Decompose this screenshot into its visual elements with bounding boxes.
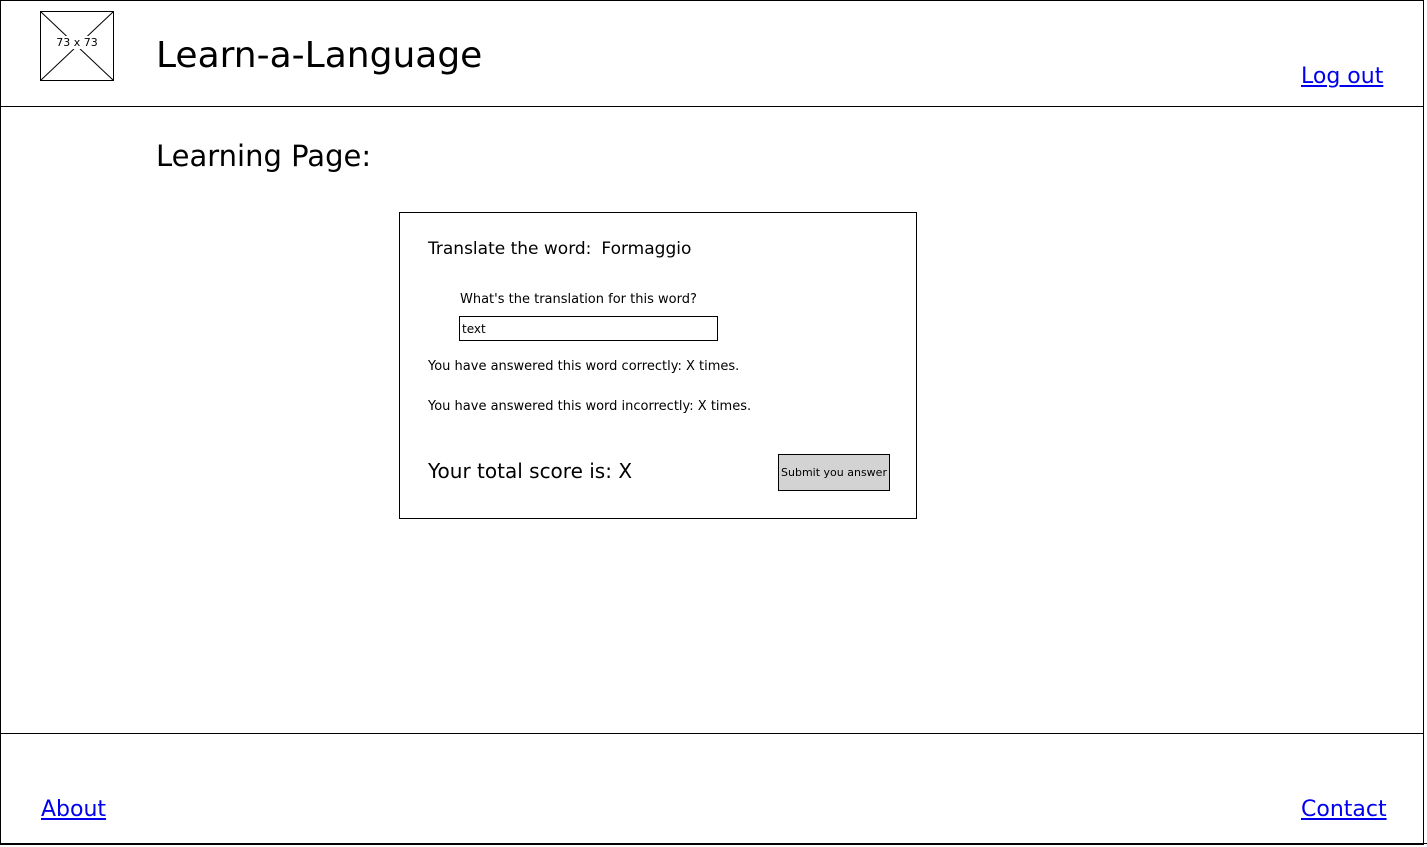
bottom-divider <box>0 843 1427 844</box>
translation-field-label: What's the translation for this word? <box>460 292 697 307</box>
correct-count-text: You have answered this word correctly: X… <box>428 359 740 374</box>
contact-link[interactable]: Contact <box>1301 797 1387 822</box>
prompt-label: Translate the word: <box>428 239 592 259</box>
footer-divider <box>0 733 1424 734</box>
word-to-translate: Formaggio <box>601 239 692 259</box>
learning-card: Translate the word: Formaggio What's the … <box>399 212 917 519</box>
incorrect-count-text: You have answered this word incorrectly:… <box>428 399 752 414</box>
translation-input[interactable] <box>459 316 718 341</box>
about-link[interactable]: About <box>41 797 106 822</box>
app-title: Learn-a-Language <box>156 35 483 76</box>
submit-answer-button[interactable]: Submit you answer <box>778 454 890 491</box>
header-divider <box>0 106 1424 107</box>
logo-size-label: 73 x 73 <box>55 36 99 49</box>
translate-prompt: Translate the word: Formaggio <box>428 239 691 259</box>
total-score-text: Your total score is: X <box>428 459 633 483</box>
page-title: Learning Page: <box>156 139 372 173</box>
logout-link[interactable]: Log out <box>1301 64 1383 89</box>
logo-placeholder: 73 x 73 <box>40 11 114 81</box>
